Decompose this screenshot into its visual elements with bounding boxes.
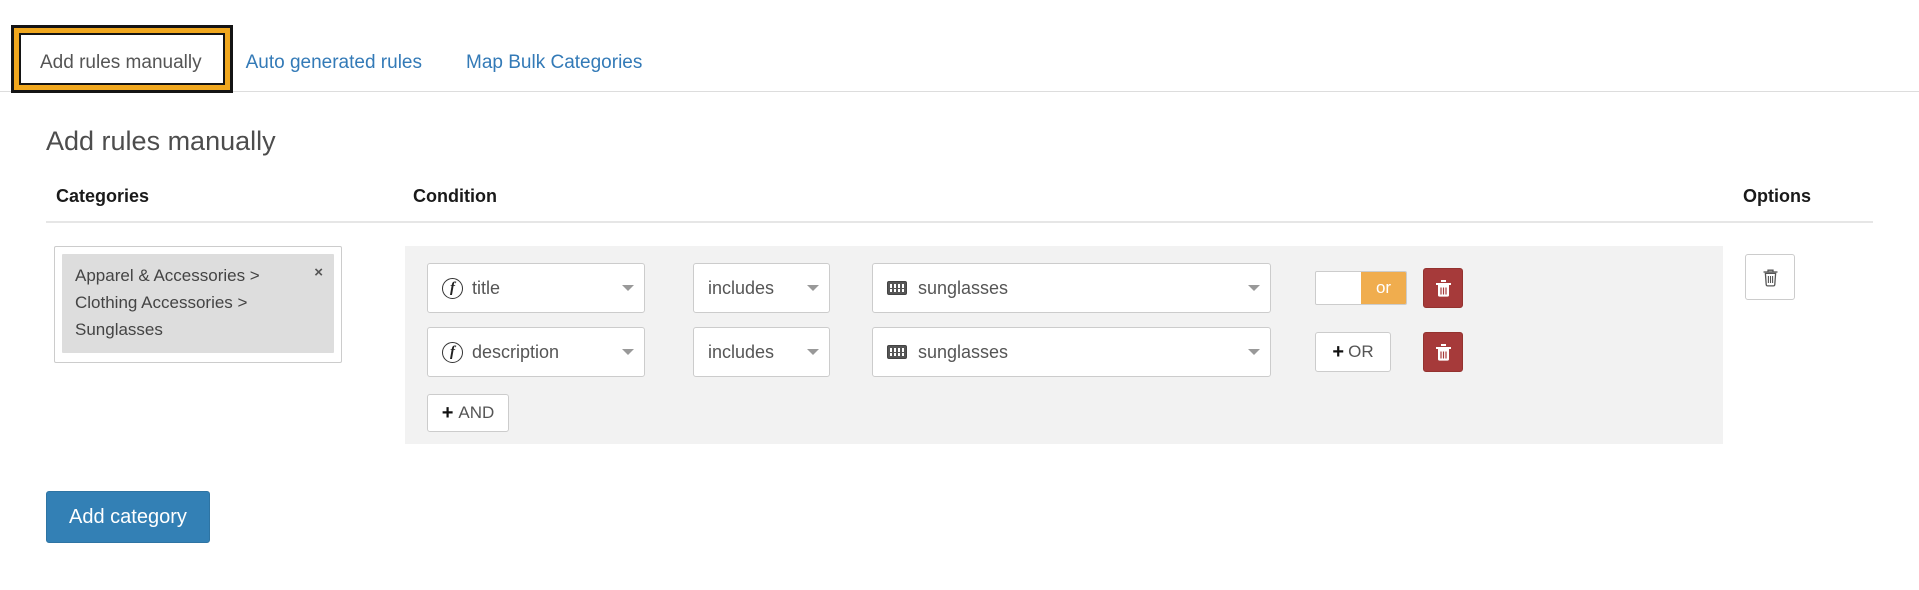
keyboard-icon (887, 281, 907, 295)
close-icon[interactable]: × (306, 262, 323, 284)
tab-label: Add rules manually (40, 52, 202, 73)
chevron-down-icon (1248, 349, 1260, 355)
chevron-down-icon (622, 285, 634, 291)
or-toggle-label: or (1361, 272, 1406, 304)
attribute-select-value: title (472, 278, 612, 299)
or-toggle-knob (1316, 272, 1361, 304)
tab-auto-generated-rules[interactable]: Auto generated rules (224, 37, 444, 91)
column-header-condition: Condition (399, 185, 1723, 207)
chevron-down-icon (807, 285, 819, 291)
add-and-condition-label: AND (458, 403, 494, 423)
condition-row: f description includes sunglasses (405, 320, 1723, 384)
value-select-value: sunglasses (918, 342, 1238, 363)
add-category-button[interactable]: Add category (46, 491, 210, 543)
attribute-select[interactable]: f title (427, 263, 645, 313)
table-row: Apparel & Accessories > Clothing Accesso… (46, 223, 1873, 444)
or-toggle[interactable]: or (1315, 271, 1407, 305)
value-select[interactable]: sunglasses (872, 327, 1271, 377)
operator-select[interactable]: includes (693, 327, 830, 377)
function-icon: f (442, 342, 463, 363)
value-select[interactable]: sunglasses (872, 263, 1271, 313)
page-title: Add rules manually (46, 125, 1919, 157)
category-chip-label: Apparel & Accessories > Clothing Accesso… (75, 262, 285, 343)
add-or-condition-button[interactable]: + OR (1315, 332, 1391, 372)
value-select-value: sunglasses (918, 278, 1238, 299)
tab-bar: Add rules manually Auto generated rules … (0, 0, 1919, 92)
options-cell (1723, 246, 1873, 300)
delete-condition-button[interactable] (1423, 268, 1463, 308)
operator-select[interactable]: includes (693, 263, 830, 313)
keyboard-icon (887, 345, 907, 359)
tab-list: Add rules manually Auto generated rules … (0, 0, 1919, 91)
category-multiselect[interactable]: Apparel & Accessories > Clothing Accesso… (54, 246, 342, 363)
add-or-condition-label: OR (1348, 342, 1374, 362)
categories-cell: Apparel & Accessories > Clothing Accesso… (46, 246, 399, 363)
condition-cell: f title includes sunglasses (405, 246, 1723, 444)
tab-map-bulk-categories[interactable]: Map Bulk Categories (444, 37, 664, 91)
tab-label: Auto generated rules (246, 52, 422, 73)
attribute-select-value: description (472, 342, 612, 363)
trash-icon (1434, 342, 1453, 362)
operator-select-value: includes (708, 278, 797, 299)
rules-table: Categories Condition Options Apparel & A… (46, 185, 1873, 444)
table-header-row: Categories Condition Options (46, 185, 1873, 223)
operator-select-value: includes (708, 342, 797, 363)
attribute-select[interactable]: f description (427, 327, 645, 377)
chevron-down-icon (622, 349, 634, 355)
tab-add-rules-manually[interactable]: Add rules manually (18, 37, 224, 91)
condition-row: f title includes sunglasses (405, 256, 1723, 320)
tab-label: Map Bulk Categories (466, 52, 642, 73)
column-header-categories: Categories (46, 185, 399, 207)
chevron-down-icon (807, 349, 819, 355)
delete-rule-button[interactable] (1745, 254, 1795, 300)
column-header-options: Options (1723, 185, 1873, 207)
trash-icon (1761, 267, 1780, 288)
page-content: Add rules manually Categories Condition … (0, 125, 1919, 543)
trash-icon (1434, 278, 1453, 298)
category-chip[interactable]: Apparel & Accessories > Clothing Accesso… (62, 254, 334, 353)
plus-icon: + (1332, 342, 1344, 362)
chevron-down-icon (1248, 285, 1260, 291)
function-icon: f (442, 278, 463, 299)
add-and-condition-button[interactable]: + AND (427, 394, 509, 432)
plus-icon: + (442, 403, 454, 423)
delete-condition-button[interactable] (1423, 332, 1463, 372)
